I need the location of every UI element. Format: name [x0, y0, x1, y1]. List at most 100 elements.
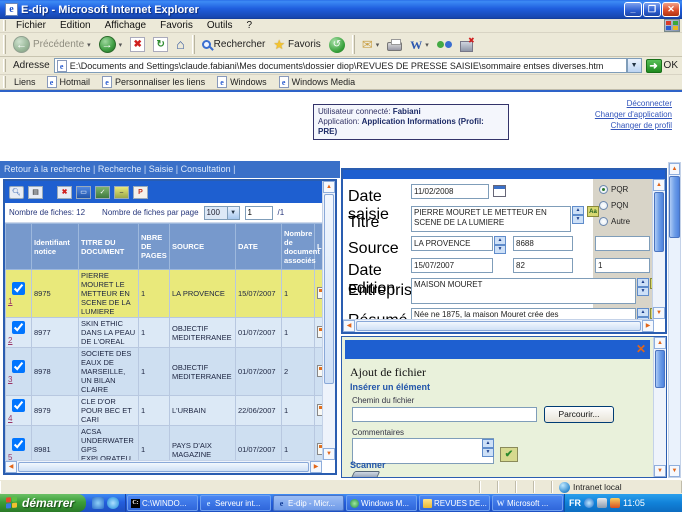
scrollbar-thumb[interactable] — [669, 176, 680, 238]
scroll-down-icon[interactable]: ▼ — [654, 465, 666, 477]
page-vertical-scrollbar[interactable]: ▲ ▼ — [668, 162, 681, 478]
radio-autre[interactable]: Autre — [599, 217, 630, 226]
col-identifiant[interactable]: Identifiant notice — [32, 224, 79, 270]
scroll-up-icon[interactable]: ▲ — [653, 179, 665, 191]
scanner-icon[interactable] — [350, 471, 381, 478]
results-horizontal-scrollbar[interactable]: ◀ ▶ — [5, 460, 322, 473]
calendar-icon[interactable] — [493, 185, 506, 197]
edit-word-button[interactable]: W▾ — [406, 37, 433, 53]
scroll-right-icon[interactable]: ▶ — [310, 461, 322, 473]
logout-link[interactable]: Déconnecter — [595, 98, 672, 109]
scanner-link[interactable]: Scanner — [350, 460, 386, 470]
source-number-input[interactable] — [513, 236, 573, 251]
maximize-button[interactable]: ❐ — [643, 2, 661, 17]
browse-button[interactable]: Parcourir... — [544, 406, 614, 423]
scroll-down-icon[interactable]: ▼ — [669, 465, 680, 477]
form-vertical-scrollbar[interactable]: ▲ ▼ — [652, 179, 665, 319]
scroll-up-icon[interactable]: ▲ — [654, 337, 666, 349]
link-windows-media[interactable]: eWindows Media — [273, 76, 362, 88]
form-horizontal-scrollbar[interactable]: ◀ ▶ — [343, 319, 654, 332]
scroll-right-icon[interactable]: ▶ — [642, 320, 654, 332]
source-extra-input[interactable] — [595, 236, 650, 251]
date-edition-input[interactable] — [411, 258, 493, 273]
comments-scroll-buttons[interactable]: ▲▼ — [482, 439, 494, 457]
home-button[interactable]: ⌂ — [172, 36, 188, 53]
nav-retour-recherche[interactable]: Retour à la recherche — [4, 164, 91, 174]
scrollbar-thumb[interactable] — [654, 192, 664, 252]
print-button[interactable] — [383, 37, 406, 52]
scroll-left-icon[interactable]: ◀ — [343, 320, 355, 332]
link-personnaliser[interactable]: ePersonnaliser les liens — [96, 76, 211, 88]
start-button[interactable]: démarrer — [0, 494, 86, 512]
row-select-checkbox[interactable] — [12, 360, 25, 373]
task-windows-media[interactable]: Windows M... — [346, 495, 417, 511]
print-list-icon[interactable]: ⎯ — [114, 186, 129, 199]
address-input[interactable]: e E:\Documents and Settings\claude.fabia… — [54, 58, 627, 73]
history-button[interactable]: ↺ — [325, 36, 349, 54]
col-assoc[interactable]: Nombre de document associés — [282, 224, 315, 270]
back-button[interactable]: ← Précédente▾ — [9, 35, 95, 54]
language-indicator[interactable]: FR — [569, 498, 581, 508]
radio-pqn[interactable]: PQN — [599, 201, 630, 210]
date-saisie-input[interactable] — [411, 184, 489, 199]
attachment-vertical-scrollbar[interactable]: ▲ ▼ — [653, 337, 666, 477]
refresh-button[interactable]: ↻ — [149, 36, 172, 53]
menu-favoris[interactable]: Favoris — [153, 20, 200, 31]
row-select-checkbox[interactable] — [12, 282, 25, 295]
row-select-checkbox[interactable] — [12, 438, 25, 451]
titre-textarea[interactable]: PIERRE MOURET LE METTEUR EN SCENE DE LA … — [411, 206, 571, 232]
per-page-select[interactable]: 100▼ — [204, 206, 240, 220]
stop-button[interactable]: ✖ — [126, 36, 149, 53]
date-edition-c-input[interactable] — [595, 258, 650, 273]
scroll-down-icon[interactable]: ▼ — [323, 448, 335, 460]
row-select-checkbox[interactable] — [12, 321, 25, 334]
titre-scroll-buttons[interactable]: ▲▼ — [572, 206, 584, 224]
task-word[interactable]: W Microsoft ... — [492, 495, 563, 511]
tray-person-icon[interactable] — [597, 498, 607, 508]
form-icon[interactable]: ▭ — [76, 186, 91, 199]
address-dropdown-button[interactable]: ▼ — [627, 58, 642, 73]
menu-outils[interactable]: Outils — [200, 20, 240, 31]
search-button[interactable]: Rechercher — [198, 38, 270, 51]
forward-button[interactable]: →▾ — [95, 35, 127, 54]
scroll-up-icon[interactable]: ▲ — [323, 181, 335, 193]
col-titre[interactable]: TITRE DU DOCUMENT — [79, 224, 139, 270]
row-select-checkbox[interactable] — [12, 399, 25, 412]
source-spinner[interactable]: ▲▼ — [494, 236, 506, 254]
menu-affichage[interactable]: Affichage — [98, 20, 154, 31]
task-cmd-window[interactable]: C: C:\WINDO... — [127, 495, 198, 511]
go-button[interactable]: ➜ OK — [642, 59, 682, 73]
scroll-up-icon[interactable]: ▲ — [669, 163, 680, 175]
validate-form-icon[interactable]: ✓ — [95, 186, 110, 199]
scrollbar-thumb[interactable] — [18, 462, 309, 472]
menu-aide[interactable]: ? — [239, 20, 259, 31]
messenger-button[interactable] — [433, 37, 456, 53]
task-edip-active[interactable]: e E-dip - Micr... — [273, 495, 344, 511]
entreprise-scroll-buttons[interactable]: ▲▼ — [637, 278, 649, 296]
scroll-left-icon[interactable]: ◀ — [5, 461, 17, 473]
change-profile-link[interactable]: Changer de profil — [595, 120, 672, 131]
pdf-icon[interactable]: P — [133, 186, 148, 199]
nav-recherche[interactable]: Recherche — [98, 164, 142, 174]
mail-button[interactable]: ✉▾ — [358, 37, 383, 53]
file-path-input[interactable] — [352, 407, 537, 422]
scrollbar-thumb[interactable] — [356, 321, 641, 331]
scrollbar-thumb[interactable] — [324, 194, 334, 384]
date-edition-b-input[interactable] — [513, 258, 573, 273]
favorites-button[interactable]: ★ Favoris — [269, 37, 324, 53]
nav-saisie[interactable]: Saisie — [149, 164, 174, 174]
change-application-link[interactable]: Changer d'application — [595, 109, 672, 120]
scrollbar-thumb[interactable] — [655, 350, 665, 388]
text-tool-icon[interactable]: Aa — [587, 206, 599, 217]
row-number-link[interactable]: 4 — [8, 414, 29, 423]
link-windows[interactable]: eWindows — [211, 76, 273, 88]
col-date[interactable]: DATE — [236, 224, 282, 270]
entreprise-textarea[interactable]: MAISON MOURET — [411, 278, 636, 304]
link-hotmail[interactable]: eHotmail — [41, 76, 97, 88]
row-number-link[interactable]: 1 — [8, 297, 29, 306]
task-serveur[interactable]: e Serveur int... — [200, 495, 271, 511]
delete-icon[interactable]: ✖ — [57, 186, 72, 199]
results-vertical-scrollbar[interactable]: ▲ ▼ — [322, 181, 335, 460]
col-source[interactable]: SOURCE — [170, 224, 236, 270]
search-results-icon[interactable]: 🔍︎ — [9, 186, 24, 199]
